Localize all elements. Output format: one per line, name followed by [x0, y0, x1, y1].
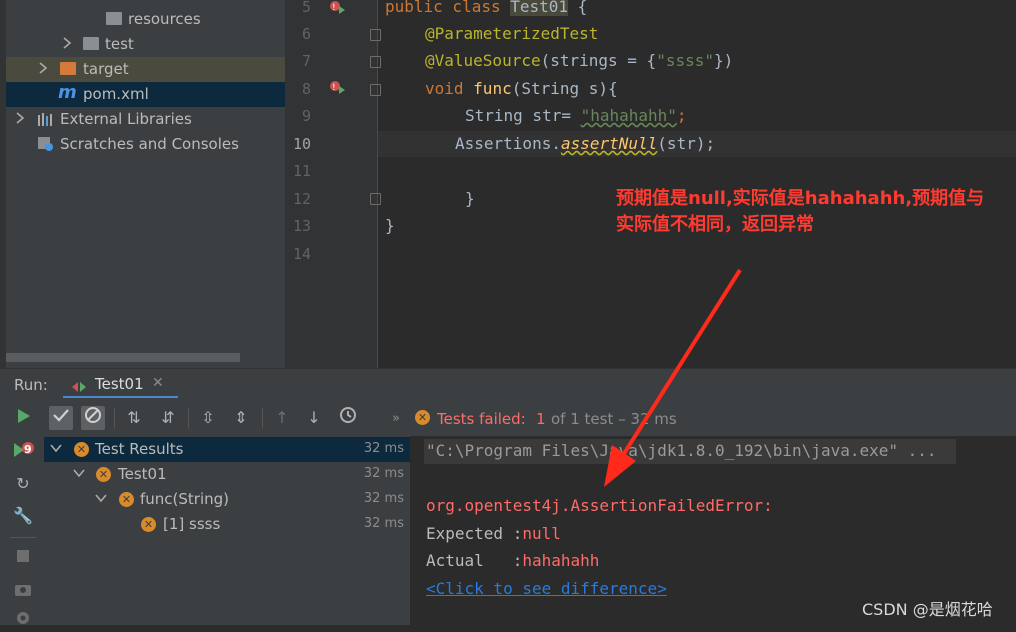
collapse-all-icon[interactable]: ⇕: [229, 406, 253, 430]
wrench-icon[interactable]: 🔧: [12, 505, 34, 527]
line-number: 6: [301, 25, 311, 43]
line-number: 9: [301, 107, 311, 125]
code-line-13: }: [385, 216, 395, 235]
tree-item-scratches[interactable]: Scratches and Consoles: [6, 132, 285, 157]
expand-all-icon[interactable]: ⇳: [196, 406, 220, 430]
code-line-7: @ValueSource(strings = {"ssss"}): [425, 51, 734, 70]
close-tab-icon[interactable]: ✕: [152, 375, 164, 391]
chevron-down-icon[interactable]: [94, 491, 108, 509]
see-difference-link[interactable]: <Click to see difference>: [426, 579, 667, 598]
tree-item-pom-xml[interactable]: m pom.xml: [6, 82, 285, 107]
annotation-arrow: [604, 268, 742, 487]
maven-icon: m: [58, 82, 77, 103]
next-failed-icon[interactable]: ↓: [302, 406, 326, 430]
fold-marker-icon[interactable]: [370, 193, 381, 205]
annotation-note: 预期值是null,实际值是hahahahh,预期值与 实际值不相同，返回异常: [616, 186, 1011, 238]
test-row-results[interactable]: ✕ Test Results 32 ms: [44, 437, 410, 462]
test-row-method[interactable]: ✕ func(String) 32 ms: [44, 487, 410, 512]
tree-item-resources[interactable]: resources: [6, 7, 285, 32]
failed-icon: ✕: [415, 410, 430, 425]
console-actual: Actual :hahahahh: [426, 551, 600, 570]
failed-icon: ✕: [74, 442, 89, 457]
chevron-down-icon[interactable]: [72, 466, 86, 484]
code-line-9: String str= "hahahahh";: [465, 106, 687, 125]
previous-failed-icon[interactable]: ↑: [270, 406, 294, 430]
line-number: 5: [301, 0, 311, 16]
line-number: 11: [292, 162, 311, 180]
line-number: 7: [301, 52, 311, 70]
annotation-line-2: 实际值不相同，返回异常: [616, 214, 814, 235]
resources-folder-icon: [106, 12, 122, 25]
failed-icon: ✕: [119, 492, 134, 507]
fold-marker-icon[interactable]: [370, 84, 381, 96]
code-line-8: void func(String s){: [425, 79, 618, 98]
console-error: org.opentest4j.AssertionFailedError:: [426, 496, 773, 515]
show-ignored-icon[interactable]: [81, 406, 105, 430]
code-line-5: public class Test01 {: [385, 0, 587, 16]
status-count: 1: [536, 410, 546, 428]
excluded-folder-icon: [60, 62, 76, 75]
sidebar-divider: [10, 537, 36, 538]
test-config-icon: [72, 378, 86, 397]
camera-icon[interactable]: [12, 580, 34, 602]
svg-text:!: !: [332, 3, 336, 13]
library-icon: [38, 112, 54, 126]
tree-item-target[interactable]: target: [6, 57, 285, 82]
show-passed-icon[interactable]: [49, 406, 73, 430]
tab-test01[interactable]: Test01 ✕: [63, 369, 178, 399]
tree-item-external-libraries[interactable]: External Libraries: [6, 107, 285, 132]
code-line-10: Assertions.assertNull(str);: [455, 134, 716, 153]
failed-icon: ✕: [141, 517, 156, 532]
toolbar-divider: [114, 408, 115, 428]
line-number: 12: [292, 190, 311, 208]
line-number: 14: [292, 245, 311, 263]
tree-item-test[interactable]: test: [6, 32, 285, 57]
test-row-class[interactable]: ✕ Test01 32 ms: [44, 462, 410, 487]
code-line-6: @ParameterizedTest: [425, 24, 599, 43]
run-panel-header: Run: Test01 ✕: [0, 368, 1016, 399]
chevron-down-icon[interactable]: [49, 441, 63, 459]
run-test-method-icon[interactable]: !: [328, 80, 348, 100]
failed-icon: ✕: [96, 467, 111, 482]
folder-icon: [83, 37, 99, 50]
sort-by-duration-icon[interactable]: ⇵: [156, 406, 180, 430]
chevron-right-icon[interactable]: [61, 36, 73, 50]
test-row-invocation[interactable]: ✕ [1] ssss 32 ms: [44, 512, 410, 537]
svg-text:!: !: [332, 83, 336, 93]
fold-marker-icon[interactable]: [370, 56, 381, 68]
settings-icon[interactable]: [12, 610, 34, 632]
toggle-auto-test-icon[interactable]: ↻: [12, 473, 34, 495]
toolbar-divider: [188, 408, 189, 428]
test-history-icon[interactable]: [336, 406, 360, 430]
project-tree-panel: resources test target m pom.xml External…: [0, 0, 285, 368]
status-prefix: Tests failed:: [437, 410, 526, 428]
line-number: 8: [301, 80, 311, 98]
rerun-failed-icon[interactable]: 9: [12, 440, 34, 462]
horizontal-scrollbar[interactable]: [6, 353, 240, 362]
sort-alphabetically-icon[interactable]: ⇅: [122, 406, 146, 430]
annotation-line-1: 预期值是null,实际值是hahahahh,预期值与: [616, 188, 985, 209]
scratches-icon: [38, 137, 54, 151]
chevron-right-icon[interactable]: [37, 61, 49, 75]
toolbar-divider: [262, 408, 263, 428]
failed-count-badge: 9: [24, 443, 32, 456]
more-actions-icon[interactable]: »: [392, 411, 400, 426]
watermark: CSDN @是烟花哈: [862, 600, 993, 619]
rerun-icon[interactable]: [12, 408, 34, 430]
code-line-12: }: [465, 189, 475, 208]
chevron-right-icon[interactable]: [14, 111, 26, 125]
console-expected: Expected :null: [426, 524, 561, 543]
fold-marker-icon[interactable]: [370, 29, 381, 41]
run-test-class-icon[interactable]: !: [328, 0, 348, 20]
line-number: 13: [292, 217, 311, 235]
stop-icon[interactable]: [12, 546, 34, 568]
line-number: 10: [292, 135, 311, 153]
run-label: Run:: [14, 376, 48, 394]
